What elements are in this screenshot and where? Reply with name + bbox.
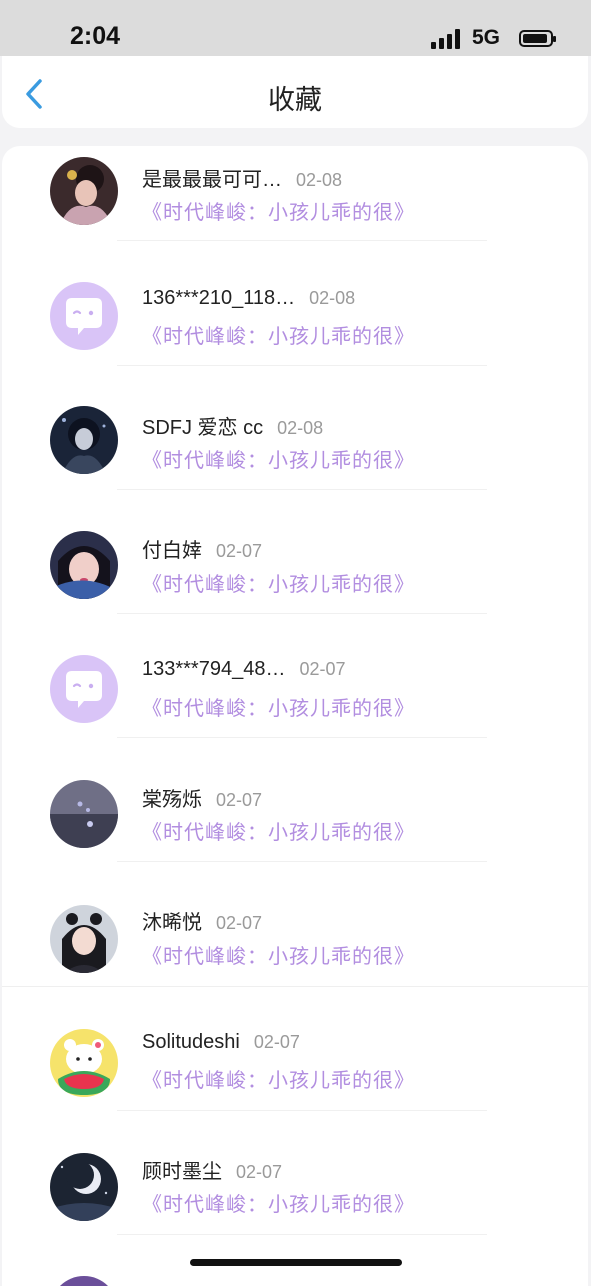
moon-avatar-icon xyxy=(50,1153,118,1221)
list-item[interactable]: 136***210_118… 02-08 《时代峰峻：小孩儿乖的很》 xyxy=(2,270,588,394)
chat-bubble-icon xyxy=(50,655,118,723)
item-title: 《时代峰峻：小孩儿乖的很》 xyxy=(142,698,415,720)
user-name: SDFJ 爱恋 cc xyxy=(142,417,264,439)
divider xyxy=(2,986,588,987)
list-item[interactable]: 沐晞悦 02-07 《时代峰峻：小孩儿乖的很》 xyxy=(2,890,588,1014)
photo-avatar-icon xyxy=(50,905,118,973)
avatar xyxy=(50,905,118,973)
list-item[interactable]: 133***794_48… 02-07 《时代峰峻：小孩儿乖的很》 xyxy=(2,642,588,766)
user-name: 是最最最可可… xyxy=(142,169,282,191)
user-name: 136***210_118… xyxy=(142,287,296,309)
list-item[interactable]: SDFJ 爱恋 cc 02-08 《时代峰峻：小孩儿乖的很》 xyxy=(2,394,588,518)
item-title: 《时代峰峻：小孩儿乖的很》 xyxy=(142,1194,415,1216)
item-title: 《时代峰峻：小孩儿乖的很》 xyxy=(142,326,415,348)
item-date: 02-07 xyxy=(253,1032,300,1052)
item-date: 02-08 xyxy=(296,170,343,190)
photo-avatar-icon xyxy=(50,157,118,225)
avatar xyxy=(50,157,118,225)
network-label: 5G xyxy=(472,26,501,49)
avatar xyxy=(50,1276,118,1286)
page-title: 收藏 xyxy=(268,85,322,115)
divider xyxy=(117,240,487,241)
list-item[interactable]: 顾时墨尘 02-07 《时代峰峻：小孩儿乖的很》 xyxy=(2,1138,588,1262)
avatar xyxy=(50,780,118,848)
divider xyxy=(117,365,487,366)
avatar xyxy=(50,1153,118,1221)
list-item[interactable]: 棠殇烁 02-07 《时代峰峻：小孩儿乖的很》 xyxy=(2,766,588,890)
item-date: 02-07 xyxy=(216,541,263,561)
item-title: 《时代峰峻：小孩儿乖的很》 xyxy=(142,450,415,472)
item-date: 02-08 xyxy=(309,288,356,308)
battery-icon xyxy=(519,30,556,47)
item-date: 02-07 xyxy=(236,1162,283,1182)
cartoon-avatar-icon xyxy=(50,1029,118,1097)
avatar xyxy=(50,655,118,723)
item-title: 《时代峰峻：小孩儿乖的很》 xyxy=(142,946,415,968)
divider xyxy=(117,737,487,738)
nav-bar: 收藏 xyxy=(2,56,588,128)
status-time: 2:04 xyxy=(70,22,121,50)
chat-bubble-icon xyxy=(50,282,118,350)
item-title: 《时代峰峻：小孩儿乖的很》 xyxy=(142,1070,415,1092)
user-name: 沐晞悦 xyxy=(142,912,202,934)
list-item[interactable]: Solitudeshi 02-07 《时代峰峻：小孩儿乖的很》 xyxy=(2,1014,588,1138)
divider xyxy=(117,489,487,490)
list-item[interactable]: 付白婞 02-07 《时代峰峻：小孩儿乖的很》 xyxy=(2,518,588,642)
item-date: 02-07 xyxy=(299,659,346,679)
user-name: Solitudeshi xyxy=(142,1031,240,1053)
photo-avatar-icon xyxy=(50,531,118,599)
signal-icon xyxy=(431,27,461,49)
list-item[interactable]: 是最最最可可… 02-08 《时代峰峻：小孩儿乖的很》 xyxy=(2,146,588,270)
item-title: 《时代峰峻：小孩儿乖的很》 xyxy=(142,574,415,596)
avatar xyxy=(50,531,118,599)
divider xyxy=(117,1234,487,1235)
item-title: 《时代峰峻：小孩儿乖的很》 xyxy=(142,202,415,224)
divider xyxy=(117,861,487,862)
user-name: 棠殇烁 xyxy=(142,789,202,811)
user-name: 133***794_48… xyxy=(142,658,286,680)
item-date: 02-07 xyxy=(216,790,263,810)
item-title: 《时代峰峻：小孩儿乖的很》 xyxy=(142,822,415,844)
favorites-list: 是最最最可可… 02-08 《时代峰峻：小孩儿乖的很》 136***210_118… xyxy=(2,146,588,1286)
photo-avatar-icon xyxy=(50,406,118,474)
divider xyxy=(117,613,487,614)
home-indicator[interactable] xyxy=(190,1259,402,1266)
avatar xyxy=(50,406,118,474)
item-date: 02-07 xyxy=(216,913,263,933)
user-name: 顾时墨尘 xyxy=(142,1161,222,1183)
avatar xyxy=(50,282,118,350)
divider xyxy=(117,1110,487,1111)
user-name: 付白婞 xyxy=(142,540,202,562)
avatar xyxy=(50,1029,118,1097)
item-date: 02-08 xyxy=(277,418,324,438)
photo-avatar-icon xyxy=(50,780,118,848)
photo-avatar-icon xyxy=(50,1276,118,1286)
status-bar: 2:04 5G xyxy=(0,0,591,56)
